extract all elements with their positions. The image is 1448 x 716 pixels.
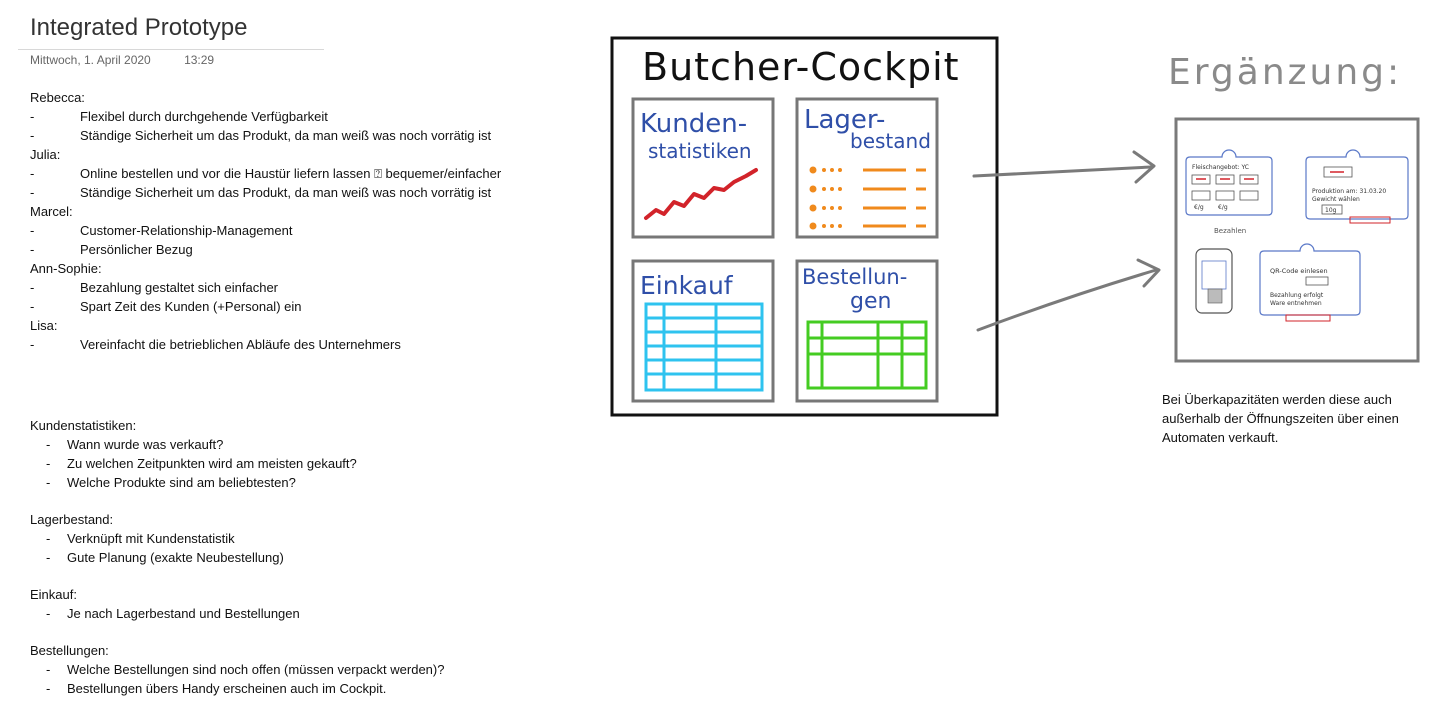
note-name: Marcel: — [30, 204, 73, 219]
topic-heading: Lagerbestand: — [30, 512, 114, 527]
topic-text: Gute Planung (exakte Neubestellung) — [67, 550, 284, 565]
panel-kunden-label-1: Kunden- — [640, 109, 747, 139]
note-point: - Flexibel durch durchgehende Verfügbarke… — [30, 107, 328, 126]
note-point: - Ständige Sicherheit um das Produkt, da … — [30, 183, 491, 202]
dash: - — [30, 128, 35, 143]
price-b: €/g — [1218, 204, 1228, 211]
cockpit-title: Butcher-Cockpit — [642, 45, 960, 89]
topic-text: Je nach Lagerbestand und Bestellungen — [67, 606, 300, 621]
arrow-lower — [976, 268, 1158, 332]
dash: - — [46, 662, 51, 677]
topic-heading: Kundenstatistiken: — [30, 418, 137, 433]
topic-group: Kundenstatistiken: - Wann wurde was verka… — [30, 416, 357, 492]
automat-mockup: Fleischangebot: YC €/g €/g Bezahlen Prod… — [1174, 117, 1420, 363]
note-point: - Spart Zeit des Kunden (+Personal) ein — [30, 297, 302, 316]
date-text: Mittwoch, 1. April 2020 — [30, 53, 151, 67]
dash: - — [46, 475, 51, 490]
dash: - — [30, 242, 35, 257]
shop-label: Fleischangebot: YC — [1192, 164, 1249, 171]
topic-item: - Gute Planung (exakte Neubestellung) — [30, 548, 284, 567]
dash: - — [30, 299, 35, 314]
dash: - — [30, 223, 35, 238]
dash: - — [30, 337, 35, 352]
topic-group: Bestellungen: - Welche Bestellungen sind … — [30, 641, 444, 698]
panel-kunden-label-2: statistiken — [648, 139, 752, 163]
topic-text: Wann wurde was verkauft? — [67, 437, 224, 452]
note-point: - Vereinfacht die betrieblichen Abläufe d… — [30, 335, 401, 354]
title-rule — [18, 49, 324, 50]
topic-text: Verknüpft mit Kundenstatistik — [67, 531, 235, 546]
topics-list: Kundenstatistiken: - Wann wurde was verka… — [30, 416, 444, 716]
dash: - — [30, 185, 35, 200]
dash: - — [46, 681, 51, 696]
topic-item: - Zu welchen Zeitpunkten wird am meisten … — [30, 454, 357, 473]
dash: - — [30, 280, 35, 295]
topic-item: - Welche Bestellungen sind noch offen (mü… — [30, 660, 444, 679]
topic-heading: Einkauf: — [30, 587, 77, 602]
note-text: Bezahlung gestaltet sich einfacher — [80, 280, 279, 295]
note-text: Ständige Sicherheit um das Produkt, da m… — [80, 128, 492, 143]
note-point: - Online bestellen und vor die Haustür li… — [30, 164, 501, 183]
topic-item: - Verknüpft mit Kundenstatistik — [30, 529, 235, 548]
note-text: Flexibel durch durchgehende Verfügbarkei… — [80, 109, 328, 124]
note-text: Spart Zeit des Kunden (+Personal) ein — [80, 299, 302, 314]
panel-lager-label-2: bestand — [850, 129, 931, 153]
note-name: Julia: — [30, 147, 61, 162]
note-point: - Persönlicher Bezug — [30, 240, 193, 259]
panel-einkauf-label: Einkauf — [640, 271, 734, 300]
topic-item: - Je nach Lagerbestand und Bestellungen — [30, 604, 300, 623]
price-a: €/g — [1194, 204, 1204, 211]
topic-text: Welche Bestellungen sind noch offen (müs… — [67, 662, 445, 677]
panel-bestell-label-1: Bestellun- — [802, 265, 907, 289]
dash: - — [46, 606, 51, 621]
topic-item: - Welche Produkte sind am beliebtesten? — [30, 473, 296, 492]
pay-label: Bezahlen — [1214, 227, 1246, 235]
panel-bestell-label-2: gen — [850, 289, 891, 314]
topic-group: Einkauf: - Je nach Lagerbestand und Beste… — [30, 585, 300, 623]
extra-title: Ergänzung: — [1168, 52, 1403, 93]
paid-line-1: Bezahlung erfolgt — [1270, 292, 1324, 299]
topic-text: Welche Produkte sind am beliebtesten? — [67, 475, 296, 490]
note-text: Vereinfacht die betrieblichen Abläufe de… — [80, 337, 401, 352]
dash: - — [46, 531, 51, 546]
automat-caption: Bei Überkapazitäten werden diese auch au… — [1162, 392, 1399, 445]
dash: - — [30, 166, 35, 181]
note-text: Ständige Sicherheit um das Produkt, da m… — [80, 185, 492, 200]
paid-line-2: Ware entnehmen — [1270, 300, 1322, 307]
note-text: Customer-Relationship-Management — [80, 223, 293, 238]
topic-text: Bestellungen übers Handy erscheinen auch… — [67, 681, 387, 696]
weight-value: 10g — [1325, 207, 1337, 214]
note-point: - Ständige Sicherheit um das Produkt, da … — [30, 126, 491, 145]
topic-heading: Bestellungen: — [30, 643, 109, 658]
production-label: Produktion am: 31.03.20 — [1312, 188, 1386, 195]
topic-item: - Wann wurde was verkauft? — [30, 435, 223, 454]
mockup-frame — [1174, 117, 1420, 363]
topic-item: - Bestellungen übers Handy erscheinen auc… — [30, 679, 386, 698]
note-point: - Customer-Relationship-Management — [30, 221, 292, 240]
note-name: Lisa: — [30, 318, 58, 333]
notes-list: Rebecca: - Flexibel durch durchgehende Ve… — [30, 88, 501, 354]
weight-label: Gewicht wählen — [1312, 196, 1360, 203]
note-point: - Bezahlung gestaltet sich einfacher — [30, 278, 278, 297]
time-text: 13:29 — [184, 53, 215, 67]
topic-text: Zu welchen Zeitpunkten wird am meisten g… — [67, 456, 357, 471]
dash: - — [46, 437, 51, 452]
dash: - — [30, 109, 35, 124]
note-name: Rebecca: — [30, 90, 85, 105]
page-date: Mittwoch, 1. April 2020 13:29 — [30, 53, 214, 67]
qr-label: QR-Code einlesen — [1270, 267, 1328, 275]
page-title: Integrated Prototype — [30, 14, 248, 41]
note-text: Online bestellen und vor die Haustür lie… — [80, 166, 502, 181]
note-name: Ann-Sophie: — [30, 261, 102, 276]
topic-group: Lagerbestand: - Verknüpft mit Kundenstati… — [30, 510, 284, 567]
dash: - — [46, 456, 51, 471]
butcher-cockpit-sketch: Butcher-Cockpit Kunden- statistiken Lage… — [610, 36, 1161, 417]
note-text: Persönlicher Bezug — [80, 242, 193, 257]
arrow-upper — [972, 165, 1153, 178]
dash: - — [46, 550, 51, 565]
